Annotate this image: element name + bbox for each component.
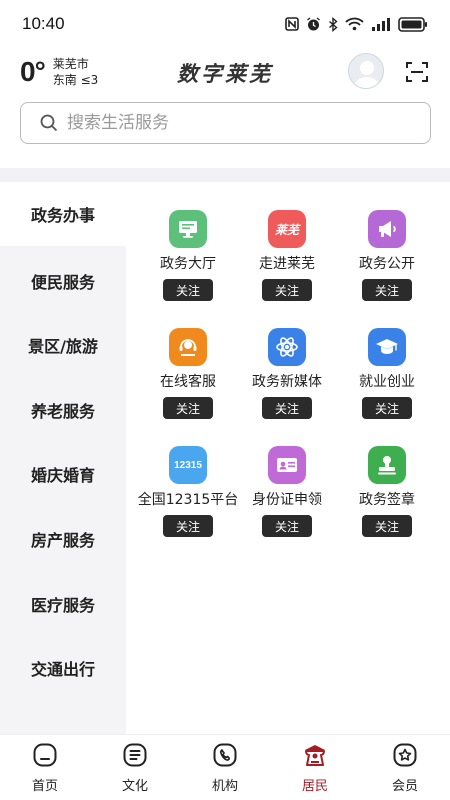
sidebar-item-convenience[interactable]: 便民服务	[0, 249, 126, 313]
sidebar-item-gov-affairs[interactable]: 政务办事	[0, 182, 126, 246]
follow-button[interactable]: 关注	[362, 397, 412, 419]
monitor-icon	[169, 210, 207, 248]
sidebar-item-wedding[interactable]: 婚庆婚育	[0, 442, 126, 506]
phone-icon	[213, 743, 237, 767]
city-name: 莱芜市	[52, 57, 89, 71]
nav-label: 首页	[31, 779, 58, 794]
nav-item-resident[interactable]: 居民	[270, 735, 360, 800]
nav-item-culture[interactable]: 文化	[90, 735, 180, 800]
bottom-nav: 首页 文化 机构 居民 会员	[0, 734, 450, 800]
service-label: 全国12315平台	[137, 492, 239, 508]
user-avatar-icon	[354, 61, 380, 88]
service-item-laiwu-intro[interactable]: 莱芜 走进莱芜 关注	[237, 210, 337, 301]
signal-icon	[372, 17, 390, 31]
follow-button[interactable]: 关注	[262, 279, 312, 301]
service-item-e-seal[interactable]: 政务签章 关注	[337, 446, 437, 537]
id-card-icon	[268, 446, 306, 484]
resident-icon	[305, 745, 325, 766]
headset-icon	[169, 328, 207, 366]
service-item-gov-new-media[interactable]: 政务新媒体 关注	[237, 328, 337, 419]
document-icon	[123, 743, 147, 767]
app-header: 0° 莱芜市 东南 ≤3 数字莱芜	[0, 48, 450, 98]
service-label: 政务公开	[359, 256, 415, 272]
laiwu-badge-icon: 莱芜	[268, 210, 306, 248]
sidebar-item-tourism[interactable]: 景区/旅游	[0, 313, 126, 377]
wind-info: 东南 ≤3	[52, 73, 99, 87]
badge-text: 莱芜	[274, 222, 299, 237]
follow-button[interactable]: 关注	[262, 397, 312, 419]
service-item-gov-disclosure[interactable]: 政务公开 关注	[337, 210, 437, 301]
nav-item-member[interactable]: 会员	[360, 735, 450, 800]
service-item-gov-hall[interactable]: 政务大厅 关注	[138, 210, 238, 301]
member-star-icon	[393, 743, 417, 767]
megaphone-icon	[368, 210, 406, 248]
service-label: 政务签章	[359, 492, 415, 508]
service-label: 政务新媒体	[252, 374, 322, 390]
follow-button[interactable]: 关注	[362, 279, 412, 301]
avatar[interactable]	[348, 53, 384, 89]
follow-button[interactable]: 关注	[163, 279, 213, 301]
scan-icon	[406, 62, 428, 82]
nav-label: 机构	[211, 779, 238, 794]
graduation-cap-icon	[368, 328, 406, 366]
service-item-online-support[interactable]: 在线客服 关注	[138, 328, 238, 419]
service-item-employment[interactable]: 就业创业 关注	[337, 328, 437, 419]
nav-label: 会员	[391, 779, 418, 794]
service-label: 就业创业	[359, 374, 415, 390]
follow-button[interactable]: 关注	[163, 515, 213, 537]
weather-info: 莱芜市 东南 ≤3	[53, 56, 99, 88]
app-screen: 10:40 0° 莱芜市 东南 ≤3 数字莱芜 搜索生活服务 政务办事 便民服务…	[0, 0, 450, 800]
follow-button[interactable]: 关注	[163, 397, 213, 419]
service-item-12315[interactable]: 12315 全国12315平台 关注	[138, 446, 238, 537]
search-bar[interactable]	[20, 102, 431, 144]
sidebar-item-transport[interactable]: 交通出行	[0, 636, 126, 700]
follow-button[interactable]: 关注	[262, 515, 312, 537]
service-item-id-card[interactable]: 身份证申领 关注	[237, 446, 337, 537]
sidebar-item-housing[interactable]: 房产服务	[0, 507, 126, 571]
bluetooth-icon	[329, 16, 338, 32]
scan-button[interactable]	[405, 60, 429, 84]
battery-icon	[398, 16, 427, 32]
category-sidebar: 政务办事 便民服务 景区/旅游 养老服务 婚庆婚育 房产服务 医疗服务 交通出行	[0, 182, 126, 734]
alarm-icon	[307, 16, 320, 30]
weather-widget[interactable]: 0° 莱芜市 东南 ≤3	[20, 56, 98, 88]
nav-label: 居民	[301, 779, 328, 794]
status-icons	[285, 16, 428, 32]
sidebar-item-medical[interactable]: 医疗服务	[0, 572, 126, 636]
service-label: 在线客服	[160, 374, 216, 390]
service-label: 走进莱芜	[259, 256, 315, 272]
service-label: 政务大厅	[160, 256, 216, 272]
nav-item-institution[interactable]: 机构	[180, 735, 270, 800]
temperature: 0°	[20, 56, 46, 87]
section-divider	[0, 168, 450, 182]
status-time: 10:40	[22, 14, 65, 33]
stamp-icon	[368, 446, 406, 484]
atom-icon	[268, 328, 306, 366]
nfc-icon	[285, 17, 299, 31]
home-icon	[33, 743, 57, 767]
service-label: 身份证申领	[252, 492, 322, 508]
wifi-icon	[345, 17, 364, 31]
follow-button[interactable]: 关注	[362, 515, 412, 537]
sidebar-item-elderly[interactable]: 养老服务	[0, 378, 126, 442]
nav-item-home[interactable]: 首页	[0, 735, 90, 800]
search-input[interactable]	[67, 113, 407, 133]
badge-text: 12315	[174, 459, 202, 471]
12315-badge-icon: 12315	[169, 446, 207, 484]
status-bar: 10:40	[0, 0, 450, 48]
service-grid: 政务大厅 关注 莱芜 走进莱芜 关注 政务公开 关注 在线客服 关注 政务新媒体…	[126, 182, 450, 734]
search-icon	[40, 114, 58, 132]
nav-label: 文化	[121, 779, 148, 794]
